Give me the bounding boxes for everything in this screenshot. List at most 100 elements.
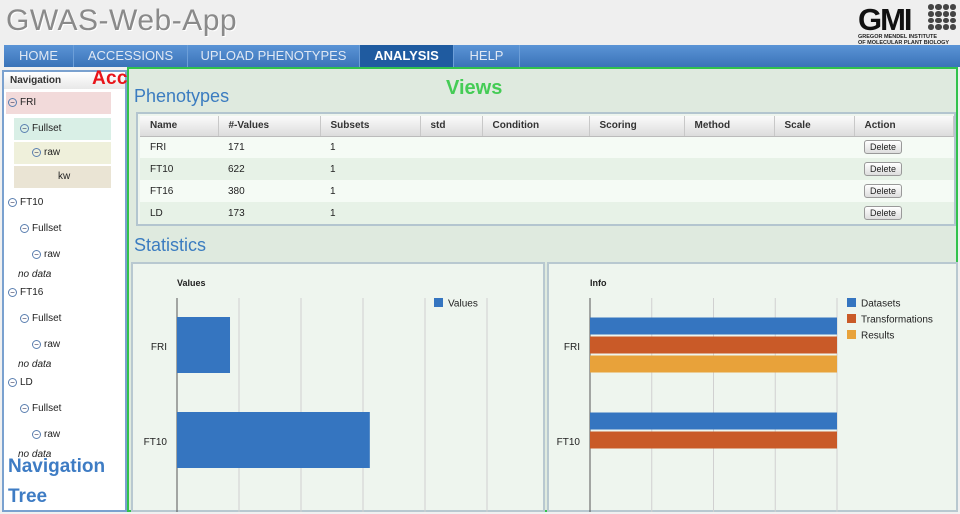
cell-subsets: 1: [320, 136, 420, 158]
collapse-icon[interactable]: −: [20, 124, 29, 133]
cell-name: FT10: [140, 158, 218, 180]
table-row[interactable]: FT10 622 1 Delete: [140, 158, 954, 180]
bar: [590, 317, 837, 335]
cell-values: 173: [218, 202, 320, 224]
table-row[interactable]: LD 173 1 Delete: [140, 202, 954, 224]
nav-node-fri[interactable]: − FRI: [6, 92, 111, 114]
cell-action: Delete: [854, 158, 954, 180]
nav-node-label: Fullset: [32, 223, 62, 234]
nav-node-ft10-fullset[interactable]: − Fullset: [20, 218, 61, 240]
column-header[interactable]: #-Values: [218, 116, 321, 137]
collapse-icon[interactable]: −: [8, 198, 17, 207]
collapse-icon[interactable]: −: [20, 224, 29, 233]
legend-label: Values: [448, 299, 478, 310]
nav-node-ft10[interactable]: − FT10: [6, 192, 43, 214]
annotation-views: Views: [446, 77, 503, 99]
app-title: GWAS-Web-App: [6, 4, 238, 37]
legend-swatch: [434, 298, 443, 307]
table-row[interactable]: FRI 171 1 Delete: [140, 136, 954, 158]
cell-action: Delete: [854, 136, 954, 158]
legend-swatch: [847, 314, 856, 323]
tab-help[interactable]: HELP: [454, 45, 520, 67]
collapse-icon[interactable]: −: [32, 148, 41, 157]
cell-action: Delete: [854, 180, 954, 202]
cell-scoring: [589, 202, 684, 224]
delete-button[interactable]: Delete: [864, 162, 903, 176]
collapse-icon[interactable]: −: [32, 340, 41, 349]
bar: [590, 355, 837, 373]
nav-node-ft16-raw[interactable]: − raw: [32, 334, 60, 356]
nav-node-label: raw: [44, 429, 61, 440]
cell-values: 171: [218, 136, 320, 158]
tab-home[interactable]: HOME: [4, 45, 74, 67]
main-tab-bar: HOME ACCESSIONS UPLOAD PHENOTYPES ANALYS…: [4, 45, 960, 67]
nav-no-data: no data: [18, 269, 52, 280]
cell-scale: [774, 136, 854, 158]
category-label: FRI: [564, 342, 580, 353]
nav-node-fri-raw[interactable]: − raw: [14, 142, 111, 164]
delete-button[interactable]: Delete: [864, 140, 903, 155]
cell-condition: [482, 136, 589, 158]
info-chart: Info FRI FT10 Datasets Transformations Result…: [557, 278, 933, 512]
column-header[interactable]: Method: [684, 116, 775, 137]
logo-text: GMI: [858, 2, 913, 37]
nav-node-label: Fullset: [32, 403, 62, 414]
legend-swatch: [847, 298, 856, 307]
category-label: FT10: [144, 437, 168, 448]
collapse-icon[interactable]: −: [8, 98, 17, 107]
column-header[interactable]: Scale: [774, 116, 855, 137]
delete-button[interactable]: Delete: [864, 184, 903, 198]
tab-accessions[interactable]: ACCESSIONS: [74, 45, 188, 67]
annotation-navigation: Navigation: [8, 456, 106, 477]
collapse-icon[interactable]: −: [20, 404, 29, 413]
tab-upload-phenotypes[interactable]: UPLOAD PHENOTYPES: [188, 45, 360, 67]
values-chart: Values FRI FT10 Values: [144, 278, 488, 512]
collapse-icon[interactable]: −: [32, 250, 41, 259]
nav-node-ft10-raw[interactable]: − raw: [32, 244, 60, 266]
gmi-logo: GMI GREGOR MENDEL INSTITUTE OF MOLECULAR…: [858, 2, 958, 46]
annotation-tree: Tree: [8, 486, 48, 507]
phenotypes-table: Name #-Values Subsets std Condition Scor…: [140, 116, 954, 224]
nav-node-label: Fullset: [32, 123, 62, 134]
cell-method: [684, 136, 774, 158]
nav-node-fri-fullset[interactable]: − Fullset: [14, 118, 111, 140]
nav-node-label: raw: [44, 147, 61, 158]
collapse-icon[interactable]: −: [8, 378, 17, 387]
collapse-icon[interactable]: −: [32, 430, 41, 439]
collapse-icon[interactable]: −: [20, 314, 29, 323]
nav-node-label: FT16: [20, 287, 44, 298]
cell-subsets: 1: [320, 202, 420, 224]
nav-node-ld-fullset[interactable]: − Fullset: [20, 398, 61, 420]
cell-action: Delete: [854, 202, 954, 224]
cell-scoring: [589, 180, 684, 202]
header: GWAS-Web-App GMI GREGOR MENDEL INSTITUTE…: [0, 0, 960, 46]
column-header[interactable]: Subsets: [320, 116, 421, 137]
chart-title: Info: [590, 278, 607, 288]
delete-button[interactable]: Delete: [864, 206, 903, 220]
bar: [590, 412, 837, 430]
nav-node-fri-kw[interactable]: kw: [14, 166, 111, 188]
nav-node-ld-raw[interactable]: − raw: [32, 424, 60, 446]
nav-node-ld[interactable]: − LD: [6, 372, 33, 394]
cell-scoring: [589, 136, 684, 158]
column-header[interactable]: Condition: [482, 116, 590, 137]
cell-name: FRI: [140, 136, 218, 158]
column-header[interactable]: Action: [854, 116, 954, 137]
table-row[interactable]: FT16 380 1 Delete: [140, 180, 954, 202]
column-header[interactable]: Name: [140, 116, 219, 137]
column-header[interactable]: Scoring: [589, 116, 685, 137]
cell-std: [420, 202, 482, 224]
tab-analysis[interactable]: ANALYSIS: [360, 45, 454, 67]
legend-swatch: [847, 330, 856, 339]
cell-subsets: 1: [320, 180, 420, 202]
nav-node-label: raw: [44, 249, 61, 260]
nav-node-label: kw: [58, 171, 71, 182]
phenotypes-title: Phenotypes: [134, 86, 230, 106]
cell-std: [420, 180, 482, 202]
nav-node-label: Fullset: [32, 313, 62, 324]
nav-node-ft16[interactable]: − FT16: [6, 282, 43, 304]
nav-node-ft16-fullset[interactable]: − Fullset: [20, 308, 61, 330]
collapse-icon[interactable]: −: [8, 288, 17, 297]
column-header[interactable]: std: [420, 116, 483, 137]
cell-method: [684, 180, 774, 202]
